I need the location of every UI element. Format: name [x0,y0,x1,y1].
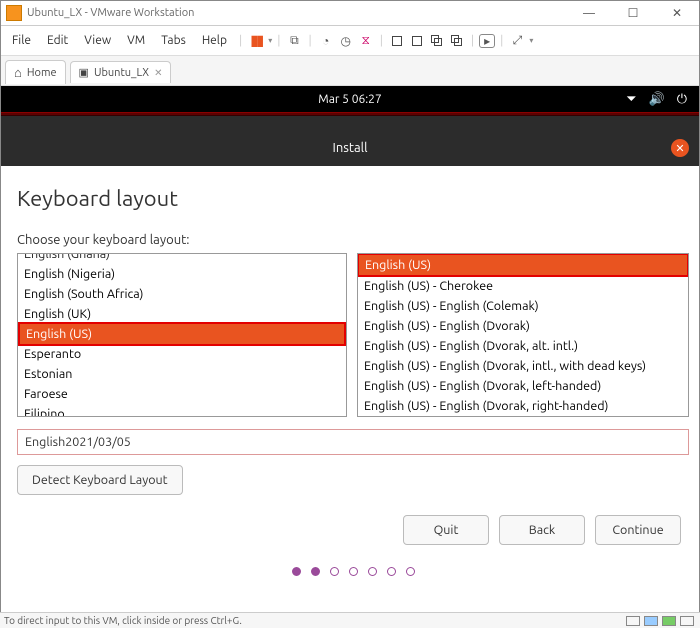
step-dot [406,567,415,576]
step-dot [349,567,358,576]
menu-bar: File Edit View VM Tabs Help | ▮▮▾ | ⧉ | … [1,26,699,56]
install-header: Install ✕ [1,130,699,166]
list-item[interactable]: Filipino [18,404,346,417]
list-item[interactable]: English (US) - English (Dvorak, left-han… [358,376,688,396]
step-dot [292,567,301,576]
continue-button[interactable]: Continue [595,515,681,545]
home-icon: ⌂ [14,65,22,80]
status-more-icon [680,616,694,626]
layout-grid-icon[interactable] [448,32,466,50]
menu-view[interactable]: View [77,31,118,50]
power-icon[interactable]: ⏻ [677,92,687,107]
snapshot-manager-icon[interactable]: ⧖ [357,32,375,50]
list-item[interactable]: English (UK) [18,304,346,324]
install-title: Install [333,141,368,155]
tab-home-label: Home [27,67,57,79]
guest-clock: Mar 5 06:27 [318,93,381,106]
list-item[interactable]: English (US) - English (Dvorak, right-ha… [358,396,688,416]
network-icon[interactable]: ⏷ [626,92,636,107]
window-maximize-button[interactable]: ☐ [611,1,655,26]
status-cd-icon [644,616,658,626]
layout-2-icon[interactable] [408,32,426,50]
snapshot-icon[interactable]: ◔ [317,32,335,50]
layout-list[interactable]: English (Ghana) English (Nigeria) Englis… [17,253,347,417]
menu-help[interactable]: Help [195,31,234,50]
pause-vm-icon[interactable]: ▮▮ [247,32,265,50]
tab-ubuntu-label: Ubuntu_LX [94,67,149,79]
layout-overlap-icon[interactable] [428,32,446,50]
fullscreen-icon[interactable]: ⤢ [508,32,526,50]
list-item[interactable]: English (US) - English (Dvorak, alt. int… [358,336,688,356]
status-hint: To direct input to this VM, click inside… [4,615,242,626]
menu-tabs[interactable]: Tabs [154,31,193,50]
list-item[interactable]: Esperanto [18,344,346,364]
close-installer-button[interactable]: ✕ [671,139,689,157]
status-net-icon [662,616,676,626]
variant-list[interactable]: English (US) English (US) - Cherokee Eng… [357,253,689,417]
tab-ubuntu[interactable]: ▣ Ubuntu_LX ✕ [70,61,172,83]
unity-icon[interactable]: ▸ [479,34,495,48]
vm-tabs: ⌂ Home ▣ Ubuntu_LX ✕ [1,56,699,86]
close-icon[interactable]: ✕ [154,67,162,79]
step-dot [330,567,339,576]
nav-buttons: Quit Back Continue [17,515,681,545]
list-item[interactable]: English (US) - Cherokee [358,276,688,296]
detect-layout-button[interactable]: Detect Keyboard Layout [17,465,183,495]
window-titlebar: Ubuntu_LX - VMware Workstation — ☐ ✕ [1,1,699,26]
window-close-button[interactable]: ✕ [655,1,699,26]
quit-button[interactable]: Quit [403,515,489,545]
list-item[interactable]: English (US) - English (Colemak) [358,296,688,316]
list-item[interactable]: Estonian [18,364,346,384]
snapshot-revert-icon[interactable]: ◷ [337,32,355,50]
step-dot-current [311,567,320,576]
window-title: Ubuntu_LX - VMware Workstation [27,7,194,19]
step-dot [368,567,377,576]
list-item[interactable]: English (South Africa) [18,284,346,304]
keyboard-test-input[interactable]: English2021/03/05 [17,429,689,455]
list-item[interactable]: Faroese [18,384,346,404]
menu-edit[interactable]: Edit [40,31,75,50]
status-hdd-icon [626,616,640,626]
list-item-selected[interactable]: English (US) [20,324,344,344]
app-icon [6,5,22,21]
step-dot [387,567,396,576]
list-item[interactable]: English (Ghana) [18,253,346,264]
list-item[interactable]: English (US) - English (Dvorak) [358,316,688,336]
window-minimize-button[interactable]: — [567,1,611,26]
layout-prompt: Choose your keyboard layout: [17,233,689,247]
installer-page: Keyboard layout Choose your keyboard lay… [1,166,699,576]
page-heading: Keyboard layout [17,186,689,211]
volume-icon[interactable]: 🔊 [649,92,665,107]
status-bar: To direct input to this VM, click inside… [0,612,700,628]
spacer [1,116,699,130]
guest-top-bar: Mar 5 06:27 ⏷ 🔊 ⏻ [1,86,699,112]
menu-file[interactable]: File [5,31,38,50]
progress-dots [17,567,689,576]
list-item[interactable]: English (Nigeria) [18,264,346,284]
list-item[interactable]: English (US) - English (Dvorak, intl., w… [358,356,688,376]
list-item-selected[interactable]: English (US) [359,255,687,275]
vm-tab-icon: ▣ [79,66,89,79]
back-button[interactable]: Back [499,515,585,545]
layout-icon[interactable] [388,32,406,50]
menu-vm[interactable]: VM [120,31,152,50]
toolbar-icon[interactable]: ⧉ [285,32,303,50]
tab-home[interactable]: ⌂ Home [5,60,66,84]
